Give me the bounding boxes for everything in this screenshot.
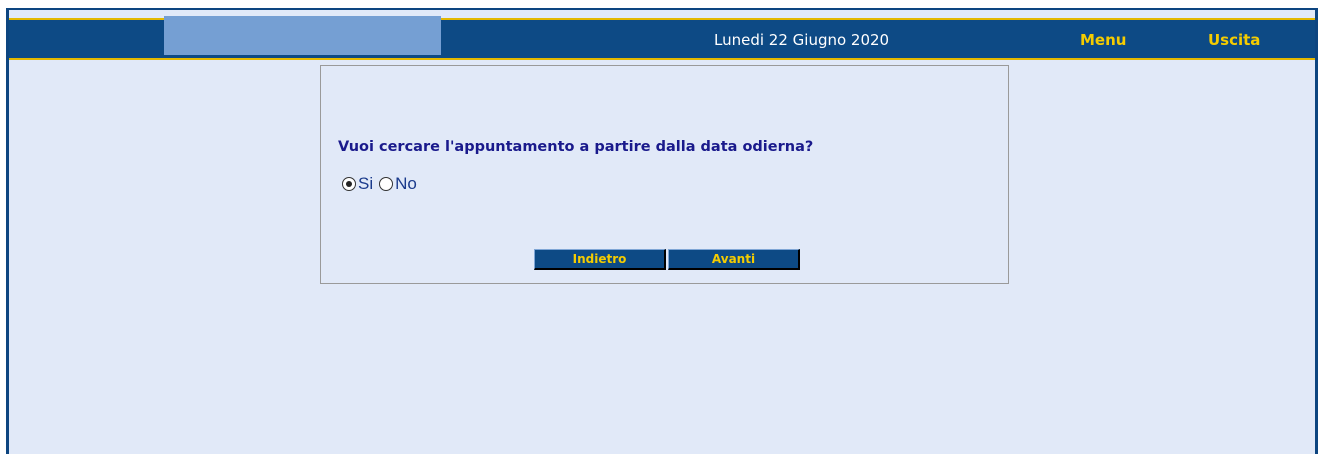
question-text: Vuoi cercare l'appuntamento a partire da… <box>338 139 814 155</box>
exit-link[interactable]: Uscita <box>1208 31 1260 49</box>
app-frame: Lunedi 22 Giugno 2020 Menu Uscita Vuoi c… <box>6 8 1318 454</box>
back-button[interactable]: Indietro <box>534 249 666 270</box>
radio-no-label[interactable]: No <box>395 174 417 194</box>
radio-si[interactable] <box>342 177 356 191</box>
menu-link[interactable]: Menu <box>1080 31 1126 49</box>
radio-si-label[interactable]: Si <box>358 174 373 194</box>
search-dialog: Vuoi cercare l'appuntamento a partire da… <box>320 65 1009 284</box>
radio-no[interactable] <box>379 177 394 191</box>
radio-group: Si No <box>342 174 423 194</box>
next-button[interactable]: Avanti <box>668 249 800 270</box>
logo-placeholder <box>164 16 441 55</box>
current-date: Lunedi 22 Giugno 2020 <box>714 31 890 49</box>
